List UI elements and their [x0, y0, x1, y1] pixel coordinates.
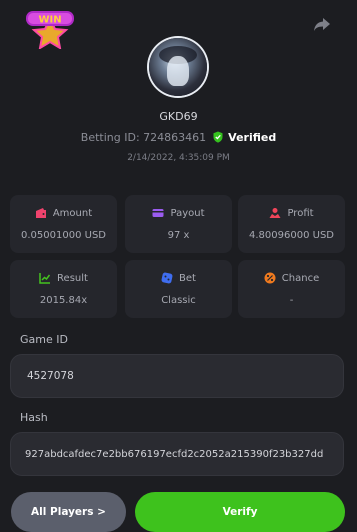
stat-label: Chance: [281, 272, 320, 284]
stat-value: 4.80096000 USD: [249, 230, 334, 241]
stat-value: -: [289, 295, 294, 306]
game-id-label: Game ID: [20, 333, 68, 346]
stat-label: Profit: [287, 207, 314, 219]
card-icon: [152, 207, 164, 219]
stat-label: Bet: [179, 272, 196, 284]
stat-card-bet: Bet Classic: [125, 260, 232, 318]
win-logo: WIN: [22, 5, 78, 50]
share-icon[interactable]: [313, 17, 331, 33]
hash-label: Hash: [20, 411, 48, 424]
wallet-icon: [35, 207, 47, 219]
stat-value: 2015.84x: [39, 295, 88, 306]
dice-icon: [161, 272, 173, 284]
betting-id-label: Betting ID:: [80, 131, 140, 144]
stat-value: 97 x: [167, 230, 190, 241]
chart-icon: [39, 272, 51, 284]
stat-card-result: Result 2015.84x: [10, 260, 117, 318]
profit-icon: [269, 207, 281, 219]
stat-label: Result: [57, 272, 88, 284]
hash-field[interactable]: 927abdcafdec7e2bb676197ecfd2c2052a215390…: [10, 432, 344, 476]
all-players-button[interactable]: All Players >: [11, 492, 126, 532]
stat-card-profit: Profit 4.80096000 USD: [238, 195, 345, 253]
betting-id-value: 724863461: [143, 131, 207, 144]
stat-value: 0.05001000 USD: [21, 230, 106, 241]
stat-label: Payout: [170, 207, 205, 219]
stat-label: Amount: [52, 207, 93, 219]
stat-card-payout: Payout 97 x: [125, 195, 232, 253]
verify-button[interactable]: Verify: [135, 492, 345, 532]
stat-card-amount: Amount 0.05001000 USD: [10, 195, 117, 253]
bet-timestamp: 2/14/2022, 4:35:09 PM: [127, 153, 230, 163]
stat-card-chance: Chance -: [238, 260, 345, 318]
stat-value: Classic: [161, 295, 196, 306]
avatar: [149, 38, 207, 96]
betting-id-line: Betting ID: 724863461 Verified: [0, 131, 357, 144]
svg-text:WIN: WIN: [38, 15, 61, 26]
percent-icon: [264, 272, 276, 284]
verified-shield-icon: [213, 131, 223, 143]
username: GKD69: [159, 110, 198, 123]
game-id-field[interactable]: 4527078: [10, 354, 344, 398]
verified-label: Verified: [228, 131, 277, 144]
